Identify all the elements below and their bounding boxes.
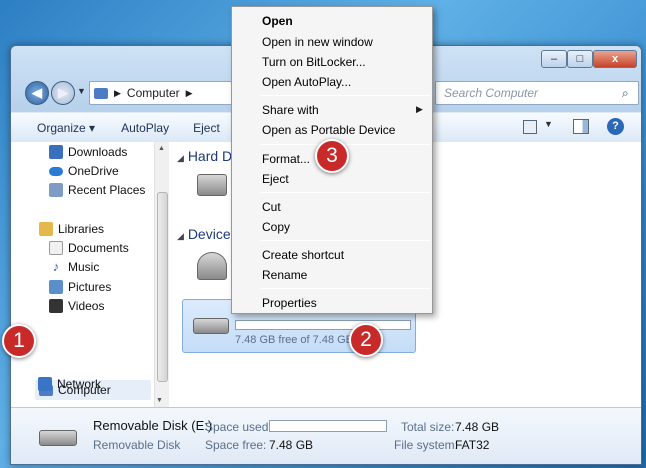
- details-pane: Removable Disk (E:) Removable Disk Space…: [11, 407, 641, 464]
- step-badge-1: 1: [2, 324, 36, 358]
- nav-label: Libraries: [58, 222, 105, 236]
- total-size-label: Total size:: [401, 420, 455, 434]
- menu-open-autoplay[interactable]: Open AutoPlay...: [262, 75, 351, 89]
- computer-icon: [94, 87, 108, 99]
- preview-pane-icon[interactable]: [573, 119, 589, 134]
- eject-button[interactable]: Eject: [184, 121, 229, 135]
- network-icon: [38, 377, 52, 391]
- file-system-label: File system:: [394, 438, 459, 452]
- organize-button[interactable]: Organize ▾: [11, 121, 104, 135]
- search-icon[interactable]: ⌕: [622, 82, 629, 104]
- nav-libraries[interactable]: Libraries: [39, 222, 104, 236]
- total-size-value: 7.48 GB: [455, 420, 500, 434]
- back-arrow-icon: ◀: [32, 85, 42, 100]
- file-system-value: FAT32: [455, 438, 490, 452]
- menu-rename[interactable]: Rename: [262, 268, 307, 282]
- drive-free-text: 7.48 GB free of 7.48 GB: [235, 334, 354, 346]
- hard-drive-icon[interactable]: [197, 174, 227, 196]
- documents-icon: [49, 241, 63, 255]
- forward-button[interactable]: ▶: [51, 81, 75, 105]
- nav-downloads[interactable]: Downloads: [49, 145, 127, 159]
- nav-scrollbar[interactable]: ▲: [154, 142, 169, 407]
- menu-open-new-window[interactable]: Open in new window: [262, 35, 373, 49]
- space-free-value: 7.48 GB: [269, 438, 314, 452]
- menu-format[interactable]: Format...: [262, 152, 310, 166]
- nav-label: Downloads: [68, 145, 128, 159]
- search-placeholder: Search Computer: [444, 86, 539, 100]
- recent-pages-dropdown[interactable]: ▼: [77, 86, 86, 96]
- menu-separator: [260, 95, 430, 96]
- nav-label: OneDrive: [68, 164, 119, 178]
- nav-onedrive[interactable]: OneDrive: [49, 164, 119, 178]
- minimize-button[interactable]: –: [541, 50, 567, 68]
- menu-separator: [260, 192, 430, 193]
- menu-open[interactable]: Open: [262, 14, 293, 28]
- details-type: Removable Disk: [93, 438, 181, 452]
- menu-turn-on-bitlocker[interactable]: Turn on BitLocker...: [262, 55, 366, 69]
- libraries-icon: [39, 222, 53, 236]
- menu-separator: [260, 240, 430, 241]
- group-devices[interactable]: ◢ Device: [177, 226, 231, 242]
- videos-icon: [49, 299, 63, 313]
- breadcrumb-computer[interactable]: Computer: [127, 86, 180, 100]
- menu-eject[interactable]: Eject: [262, 172, 289, 186]
- scroll-up-icon[interactable]: ▲: [158, 145, 165, 152]
- menu-create-shortcut[interactable]: Create shortcut: [262, 248, 344, 262]
- group-hard-disk-drives[interactable]: ◢ Hard D: [177, 148, 232, 164]
- collapse-icon: ◢: [177, 153, 184, 163]
- nav-label: Pictures: [68, 280, 112, 294]
- step-badge-2: 2: [349, 323, 383, 357]
- step-badge-3: 3: [315, 139, 349, 173]
- nav-label: Network: [57, 377, 102, 391]
- nav-documents[interactable]: Documents: [49, 241, 129, 255]
- navigation-pane: Downloads OneDrive Recent Places Librari…: [11, 142, 154, 407]
- menu-open-portable-device[interactable]: Open as Portable Device: [262, 123, 395, 137]
- close-button[interactable]: x: [593, 50, 637, 68]
- menu-cut[interactable]: Cut: [262, 200, 281, 214]
- scroll-thumb[interactable]: [157, 192, 168, 382]
- dvd-drive-icon[interactable]: [197, 252, 227, 280]
- nav-recent-places[interactable]: Recent Places: [49, 183, 145, 197]
- maximize-button[interactable]: □: [567, 50, 593, 68]
- submenu-arrow-icon: ▶: [416, 104, 423, 114]
- space-free-label: Space free:: [205, 438, 267, 452]
- group-label: Hard D: [187, 148, 233, 164]
- recent-places-icon: [49, 183, 63, 197]
- breadcrumb-chevron-icon: ▶: [185, 87, 193, 98]
- nav-network[interactable]: Network: [38, 377, 101, 391]
- space-used-label: Space used:: [205, 420, 272, 434]
- pictures-icon: [49, 280, 63, 294]
- onedrive-icon: [49, 166, 63, 176]
- nav-music[interactable]: ♪ Music: [49, 259, 100, 275]
- nav-videos[interactable]: Videos: [49, 299, 104, 313]
- drive-usage-bar: [235, 320, 411, 330]
- space-used-bar: [269, 420, 387, 432]
- menu-separator: [260, 288, 430, 289]
- breadcrumb-chevron-icon: ▶: [114, 87, 121, 98]
- nav-label: Recent Places: [68, 183, 146, 197]
- scroll-down-icon[interactable]: ▼: [156, 397, 163, 404]
- nav-label: Documents: [68, 241, 129, 255]
- removable-disk-icon: [193, 318, 229, 334]
- music-icon: ♪: [52, 259, 60, 274]
- view-dropdown-icon[interactable]: ▼: [544, 119, 553, 129]
- collapse-icon: ◢: [177, 231, 184, 241]
- view-options-icon[interactable]: [523, 120, 537, 134]
- details-name: Removable Disk (E:): [93, 418, 213, 433]
- help-icon[interactable]: ?: [607, 118, 624, 135]
- group-label: Device: [187, 226, 231, 242]
- menu-copy[interactable]: Copy: [262, 220, 290, 234]
- menu-share-with[interactable]: Share with: [262, 103, 319, 117]
- menu-properties[interactable]: Properties: [262, 296, 317, 310]
- removable-disk-icon: [39, 430, 77, 446]
- forward-arrow-icon: ▶: [58, 85, 68, 100]
- nav-label: Music: [68, 260, 100, 274]
- nav-pictures[interactable]: Pictures: [49, 280, 111, 294]
- search-input[interactable]: Search Computer ⌕: [435, 81, 639, 105]
- nav-label: Videos: [68, 299, 105, 313]
- downloads-icon: [49, 145, 63, 159]
- autoplay-button[interactable]: AutoPlay: [112, 121, 178, 135]
- back-button[interactable]: ◀: [25, 81, 49, 105]
